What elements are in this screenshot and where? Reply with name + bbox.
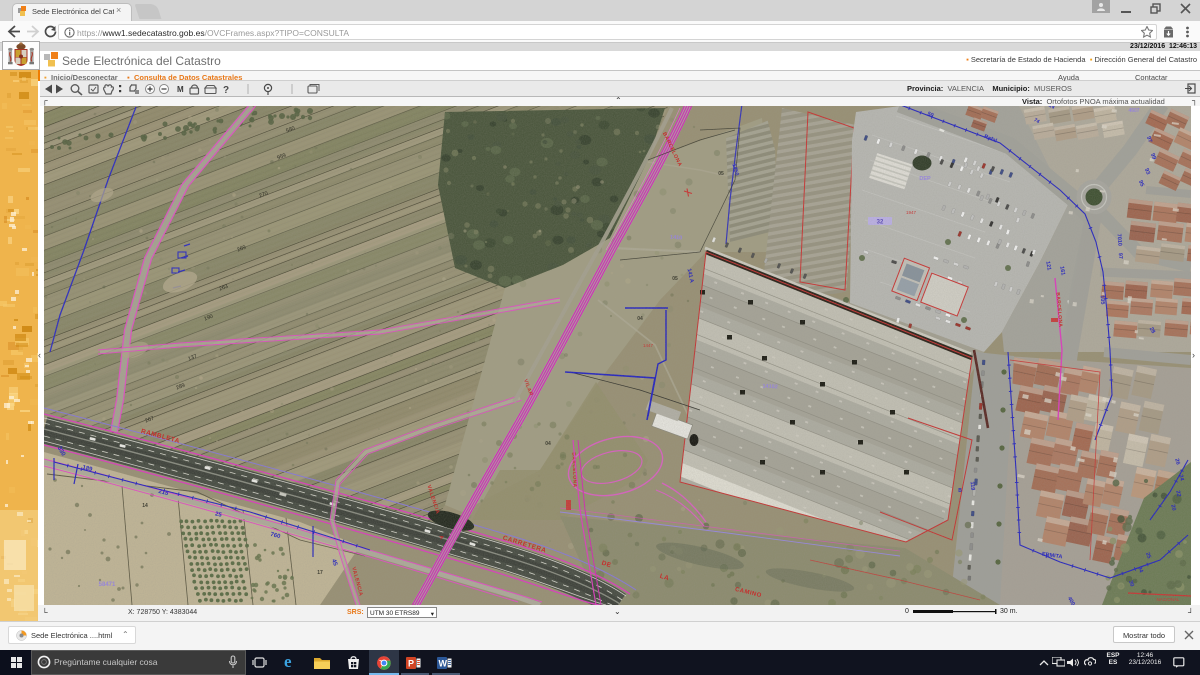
svg-text:M: M [177,85,184,94]
svg-text:P: P [408,659,414,669]
svg-text:?: ? [223,85,229,96]
svg-text:W: W [439,659,448,669]
